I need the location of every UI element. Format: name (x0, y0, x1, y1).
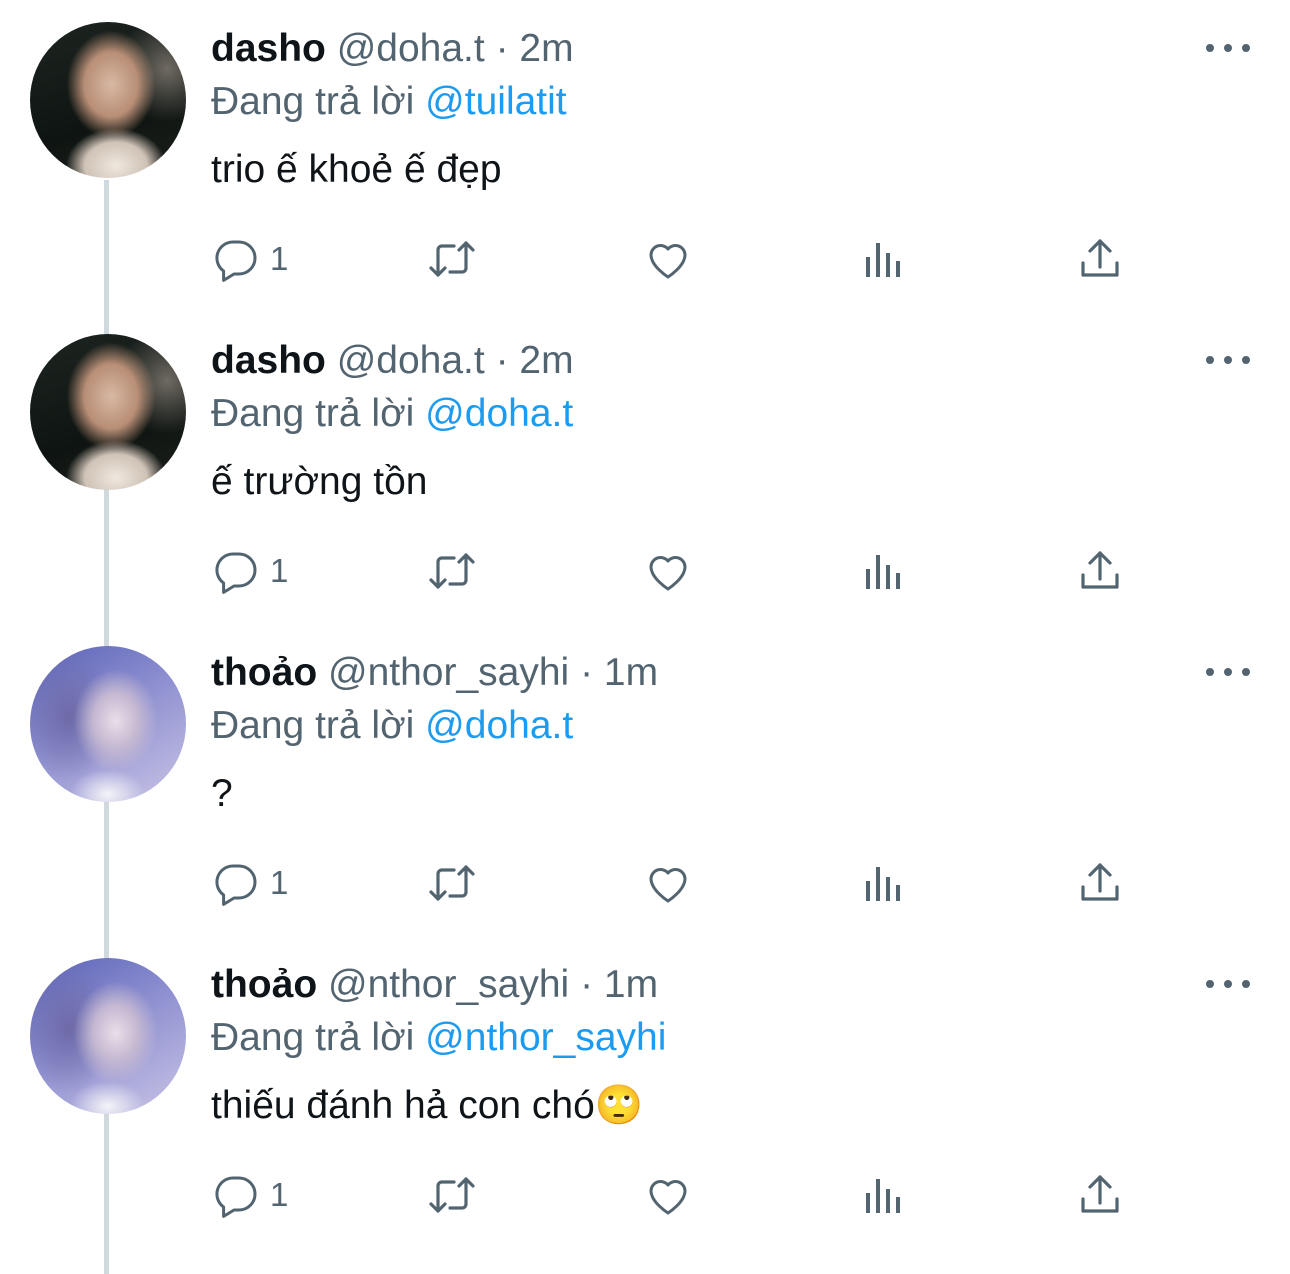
views-button[interactable] (860, 1171, 908, 1219)
tweet-header: dasho @doha.t · 2m (211, 24, 574, 74)
reply-icon (215, 1176, 257, 1218)
avatar[interactable] (30, 958, 186, 1114)
retweet-icon (429, 1177, 475, 1213)
tweet-header: thoảo @nthor_sayhi · 1m (211, 648, 658, 698)
reply-icon (215, 864, 257, 906)
replying-to: Đang trả lời @nthor_sayhi (211, 1013, 666, 1063)
tweet[interactable]: dasho @doha.t · 2m Đang trả lời @tuilati… (0, 0, 1290, 312)
views-button[interactable] (860, 235, 908, 283)
replying-to-label: Đang trả lời (211, 704, 415, 747)
tweet-text: trio ế khoẻ ế đẹp (211, 148, 502, 191)
retweet-button[interactable] (428, 547, 476, 595)
handle[interactable]: @doha.t (337, 339, 485, 382)
replying-to-label: Đang trả lời (211, 1016, 415, 1059)
replying-to: Đang trả lời @doha.t (211, 701, 573, 751)
handle[interactable]: @nthor_sayhi (328, 651, 569, 694)
timestamp[interactable]: · 1m (580, 651, 658, 694)
mention-link[interactable]: @doha.t (425, 392, 573, 435)
tweet-header: thoảo @nthor_sayhi · 1m (211, 960, 658, 1010)
timestamp[interactable]: · 2m (496, 339, 574, 382)
avatar[interactable] (30, 646, 186, 802)
tweet[interactable]: thoảo @nthor_sayhi · 1m Đang trả lời @do… (0, 624, 1290, 936)
tweet-text: ế trường tồn (211, 460, 428, 503)
views-icon (866, 555, 900, 589)
more-icon[interactable] (1206, 348, 1250, 372)
reply-count: 1 (270, 864, 289, 901)
mention-link[interactable]: @doha.t (425, 704, 573, 747)
reply-button[interactable]: 1 (212, 1171, 288, 1219)
display-name[interactable]: dasho (211, 339, 326, 382)
retweet-button[interactable] (428, 859, 476, 907)
share-button[interactable] (1076, 859, 1124, 907)
tweet[interactable]: thoảo @nthor_sayhi · 1m Đang trả lời @nt… (0, 936, 1290, 1248)
replying-to: Đang trả lời @doha.t (211, 389, 573, 439)
share-icon (1081, 1175, 1119, 1213)
like-icon (649, 556, 687, 591)
reply-button[interactable]: 1 (212, 547, 288, 595)
reply-button[interactable]: 1 (212, 859, 288, 907)
reply-count: 1 (270, 1176, 289, 1213)
tweet-header: dasho @doha.t · 2m (211, 336, 574, 386)
share-button[interactable] (1076, 1171, 1124, 1219)
avatar[interactable] (30, 22, 186, 178)
views-icon (866, 1179, 900, 1213)
timestamp[interactable]: · 2m (496, 27, 574, 70)
views-icon (866, 867, 900, 901)
display-name[interactable]: dasho (211, 27, 326, 70)
retweet-icon (429, 553, 475, 589)
reply-button[interactable]: 1 (212, 235, 288, 283)
tweet[interactable]: dasho @doha.t · 2m Đang trả lời @doha.t … (0, 312, 1290, 624)
replying-to-label: Đang trả lời (211, 80, 415, 123)
like-button[interactable] (644, 547, 692, 595)
mention-link[interactable]: @tuilatit (425, 80, 566, 123)
more-icon[interactable] (1206, 36, 1250, 60)
like-icon (649, 244, 687, 279)
tweet-text: ? (211, 772, 233, 815)
reply-count: 1 (270, 552, 289, 589)
replying-to-label: Đang trả lời (211, 392, 415, 435)
reply-count: 1 (270, 240, 289, 277)
share-button[interactable] (1076, 547, 1124, 595)
mention-link[interactable]: @nthor_sayhi (425, 1016, 666, 1059)
share-icon (1081, 239, 1119, 277)
retweet-button[interactable] (428, 235, 476, 283)
display-name[interactable]: thoảo (211, 963, 317, 1006)
like-icon (649, 1180, 687, 1215)
retweet-icon (429, 865, 475, 901)
tweet-text: thiếu đánh hả con chó🙄 (211, 1084, 644, 1127)
more-icon[interactable] (1206, 660, 1250, 684)
retweet-button[interactable] (428, 1171, 476, 1219)
like-button[interactable] (644, 859, 692, 907)
views-button[interactable] (860, 859, 908, 907)
like-button[interactable] (644, 1171, 692, 1219)
like-icon (649, 868, 687, 903)
reply-icon (215, 240, 257, 282)
like-button[interactable] (644, 235, 692, 283)
display-name[interactable]: thoảo (211, 651, 317, 694)
replying-to: Đang trả lời @tuilatit (211, 77, 567, 127)
share-icon (1081, 551, 1119, 589)
reply-icon (215, 552, 257, 594)
more-icon[interactable] (1206, 972, 1250, 996)
handle[interactable]: @nthor_sayhi (328, 963, 569, 1006)
handle[interactable]: @doha.t (337, 27, 485, 70)
share-icon (1081, 863, 1119, 901)
timestamp[interactable]: · 1m (580, 963, 658, 1006)
avatar[interactable] (30, 334, 186, 490)
retweet-icon (429, 241, 475, 277)
views-icon (866, 243, 900, 277)
views-button[interactable] (860, 547, 908, 595)
share-button[interactable] (1076, 235, 1124, 283)
